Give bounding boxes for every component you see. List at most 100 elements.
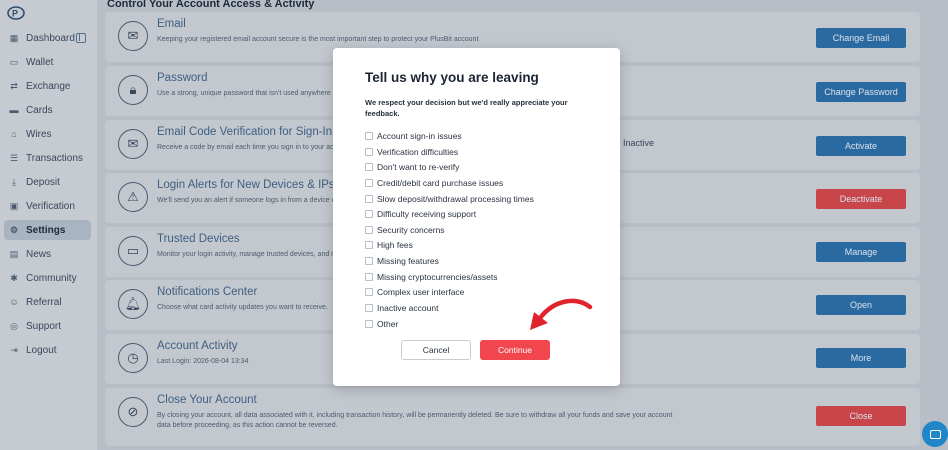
checkbox[interactable] (365, 304, 373, 312)
sidebar-item-logout[interactable]: ⇥ Logout (4, 340, 91, 360)
dashboard-icon: ▦ (9, 32, 19, 43)
lock-icon: 🔒︎ (118, 75, 148, 105)
chat-button[interactable] (922, 421, 948, 447)
activity-icon: ◷ (118, 343, 148, 373)
sidebar-item-label: Wires (26, 128, 52, 140)
sidebar-item-transactions[interactable]: ☰ Transactions (4, 148, 91, 168)
sidebar-item-label: Dashboard (26, 32, 75, 44)
sidebar-item-wires[interactable]: ⌂ Wires (4, 124, 91, 144)
reason-option[interactable]: Difficulty receiving support (365, 207, 476, 221)
cancel-button[interactable]: Cancel (401, 340, 471, 360)
sidebar-item-exchange[interactable]: ⇄ Exchange (4, 76, 91, 96)
wallet-icon: ▭ (9, 56, 19, 67)
reason-option[interactable]: Account sign-in issues (365, 129, 462, 143)
sidebar-item-news[interactable]: ▤ News (4, 244, 91, 264)
reason-option[interactable]: Complex user interface (365, 285, 464, 299)
checkbox[interactable] (365, 288, 373, 296)
close-account-button[interactable]: Close (816, 406, 906, 426)
modal-title: Tell us why you are leaving (365, 70, 539, 85)
card-title: Password (157, 72, 208, 84)
reason-option[interactable]: Verification difficulties (365, 145, 458, 159)
checkbox[interactable] (365, 163, 373, 171)
logout-icon: ⇥ (10, 344, 18, 355)
checkbox[interactable] (365, 147, 373, 156)
checkbox[interactable] (365, 194, 373, 203)
card-title: Account Activity (157, 340, 238, 352)
deactivate-button[interactable]: Deactivate (816, 189, 906, 209)
reason-option[interactable]: Credit/debit card purchase issues (365, 176, 503, 190)
sidebar-item-support[interactable]: ◎ Support (4, 316, 91, 336)
reason-option[interactable]: Other (365, 317, 398, 331)
sidebar: P ▦ Dashboard ▭ Wallet ⇄ Exchange ▬ Card… (0, 0, 97, 450)
sidebar-item-label: Wallet (26, 56, 54, 68)
sidebar-item-wallet[interactable]: ▭ Wallet (4, 52, 91, 72)
card-description: Keeping your registered email account se… (157, 36, 479, 43)
card-title: Close Your Account (157, 394, 257, 406)
option-label: High fees (377, 240, 413, 250)
sidebar-item-label: Referral (26, 296, 62, 308)
option-label: Difficulty receiving support (377, 209, 477, 219)
reason-option[interactable]: Don't want to re-verify (365, 160, 459, 174)
support-icon: ◎ (10, 320, 18, 331)
checkbox[interactable] (365, 241, 373, 249)
checkbox[interactable] (365, 272, 373, 281)
sidebar-item-verification[interactable]: ▣ Verification (4, 196, 91, 216)
reason-option[interactable]: Missing cryptocurrencies/assets (365, 270, 497, 284)
page-title: Control Your Account Access & Activity (107, 0, 315, 10)
devices-icon: ▭ (118, 236, 148, 266)
news-icon: ▤ (9, 248, 19, 259)
card-title: Email Code Verification for Sign-In (157, 126, 333, 138)
sidebar-item-cards[interactable]: ▬ Cards (4, 100, 91, 120)
more-button[interactable]: More (816, 348, 906, 368)
card-title: Notifications Center (157, 286, 258, 298)
option-label: Don't want to re-verify (377, 162, 460, 172)
checkbox[interactable] (365, 319, 373, 328)
reason-option[interactable]: Slow deposit/withdrawal processing times (365, 192, 534, 206)
referral-icon: ☺ (9, 297, 19, 307)
sidebar-item-label: Exchange (26, 80, 71, 92)
sidebar-item-dashboard[interactable]: ▦ Dashboard (4, 28, 91, 48)
reason-option[interactable]: Inactive account (365, 301, 438, 315)
option-label: Slow deposit/withdrawal processing times (377, 193, 534, 204)
checkbox[interactable] (365, 257, 373, 265)
sidebar-item-label: Logout (26, 344, 57, 356)
change-email-button[interactable]: Change Email (816, 28, 906, 48)
sidebar-item-label: Deposit (26, 176, 60, 188)
option-label: Other (377, 318, 399, 329)
reason-option[interactable]: Security concerns (365, 223, 445, 237)
card-title: Login Alerts for New Devices & IPs (157, 179, 335, 191)
plusbit-logo[interactable]: P (7, 6, 25, 20)
checkbox[interactable] (365, 132, 373, 140)
sidebar-item-label: Verification (26, 200, 75, 212)
gear-icon: ⚙ (9, 224, 19, 235)
reason-option[interactable]: High fees (365, 238, 413, 252)
sidebar-item-community[interactable]: ✱ Community (4, 268, 91, 288)
reason-option[interactable]: Missing features (365, 254, 439, 268)
wire-icon: ⌂ (11, 129, 17, 139)
mail-icon: ✉ (118, 129, 148, 159)
sidebar-item-label: Settings (26, 224, 66, 236)
checkbox[interactable] (365, 179, 373, 187)
sidebar-item-settings[interactable]: ⚙ Settings (4, 220, 91, 240)
activate-button[interactable]: Activate (816, 136, 906, 156)
list-icon: ☰ (9, 152, 19, 163)
change-password-button[interactable]: Change Password (816, 82, 906, 102)
continue-button[interactable]: Continue (480, 340, 550, 360)
checkbox[interactable] (365, 210, 373, 218)
sidebar-item-label: Cards (26, 104, 53, 116)
exchange-icon: ⇄ (10, 80, 18, 91)
checkbox[interactable] (365, 225, 373, 234)
option-label: Verification difficulties (377, 146, 459, 157)
manage-button[interactable]: Manage (816, 242, 906, 262)
svg-text:P: P (12, 9, 18, 19)
open-button[interactable]: Open (816, 295, 906, 315)
mail-icon: ✉ (118, 21, 148, 51)
chat-icon (929, 429, 941, 439)
option-label: Missing features (377, 256, 439, 266)
sidebar-item-label: Support (26, 320, 62, 332)
sidebar-item-deposit[interactable]: ⤓ Deposit (4, 172, 91, 192)
alert-icon: ⚠ (118, 182, 148, 212)
card-title: Email (157, 18, 186, 30)
option-label: Account sign-in issues (377, 131, 462, 141)
sidebar-item-referral[interactable]: ☺ Referral (4, 292, 91, 312)
